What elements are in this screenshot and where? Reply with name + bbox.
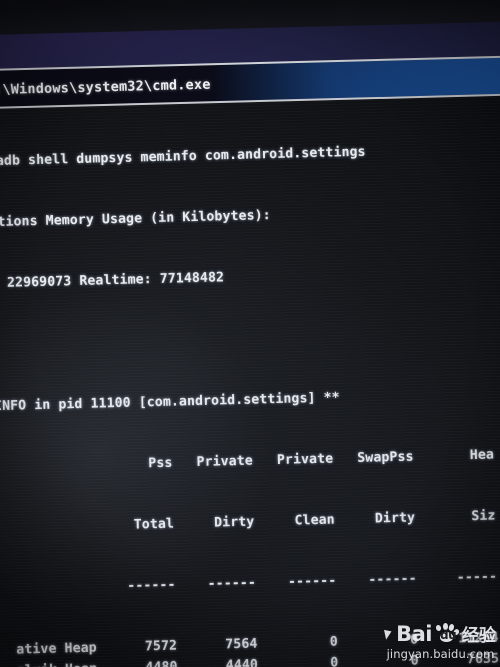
table-header-rule: ------ ------ ------ ------ ----- [0, 569, 498, 598]
terminal-line-meminfo-header: MEMINFO in pid 11100 [com.android.settin… [0, 389, 340, 415]
terminal-line-command: emp>adb shell dumpsys meminfo com.androi… [0, 144, 366, 170]
terminal-line-uptime: ime: 22969073 Realtime: 77148482 [6, 270, 225, 291]
watermark-url: jingyan.baidu.com [386, 647, 495, 661]
monitor-photo: :\Windows\system32\cmd.exe emp>adb shell… [0, 0, 500, 667]
terminal-output[interactable]: emp>adb shell dumpsys meminfo com.androi… [0, 96, 500, 667]
watermark-paw-label: du [440, 627, 457, 642]
cursor-arrow-icon [384, 627, 394, 640]
terminal-line-applications: lications Memory Usage (in Kilobytes): [0, 208, 271, 231]
watermark-suffix: 经验 [462, 626, 496, 646]
baidu-jingyan-watermark: Bai du 经验 jingyan.baidu.com [384, 621, 496, 661]
paw-print-icon: du [435, 623, 460, 643]
watermark-brand: Bai [396, 621, 432, 646]
table-header-bottom: Total Dirty Clean Dirty Siz [0, 508, 496, 537]
table-header-top: Pss Private Private SwapPss Hea [0, 447, 495, 476]
